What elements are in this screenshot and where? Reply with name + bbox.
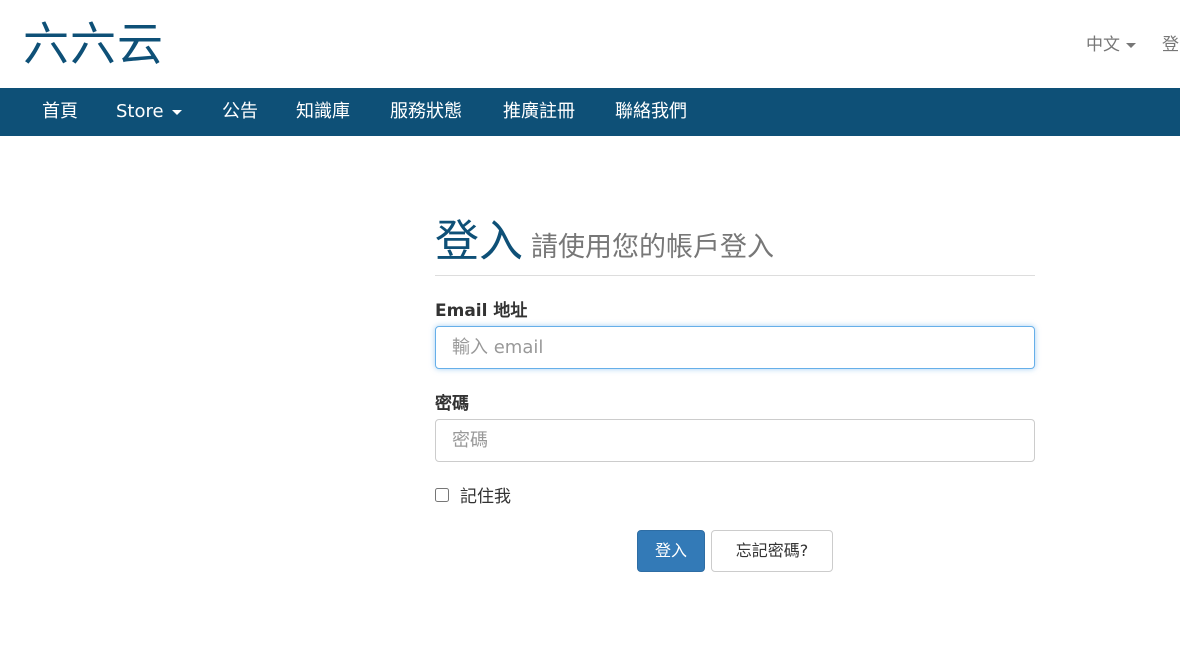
nav-item-store-label: Store	[116, 101, 164, 122]
remember-me-checkbox[interactable]	[435, 487, 449, 502]
login-link[interactable]: 登	[1162, 30, 1179, 55]
login-button[interactable]: 登入	[637, 530, 705, 572]
password-input[interactable]	[435, 419, 1035, 462]
language-label: 中文	[1086, 35, 1120, 55]
header-utility: 中文 登	[1086, 30, 1179, 55]
caret-down-icon	[171, 109, 182, 115]
nav-item-contact[interactable]: 聯絡我們	[615, 88, 687, 136]
email-input[interactable]	[435, 326, 1035, 369]
nav-item-announcements[interactable]: 公告	[222, 88, 258, 136]
nav-item-store[interactable]: Store	[116, 88, 182, 136]
email-label: Email 地址	[435, 301, 528, 321]
site-header: 六六云 中文 登	[0, 0, 1180, 88]
remember-me-label: 記住我	[460, 487, 511, 507]
nav-item-knowledgebase[interactable]: 知識庫	[296, 88, 350, 136]
login-form: 登入請使用您的帳戶登入 Email 地址 密碼 記住我 登入 忘記密碼?	[435, 212, 1035, 572]
main-navbar: 首頁 Store 公告 知識庫 服務狀態 推廣註冊 聯絡我們	[0, 88, 1180, 136]
password-label: 密碼	[435, 394, 469, 414]
caret-down-icon	[1126, 42, 1136, 48]
language-dropdown[interactable]: 中文	[1086, 30, 1136, 55]
nav-item-home[interactable]: 首頁	[42, 88, 78, 136]
remember-me[interactable]: 記住我	[435, 482, 511, 507]
page-title: 登入	[435, 216, 523, 267]
page-subtitle: 請使用您的帳戶登入	[531, 232, 774, 263]
forgot-password-button[interactable]: 忘記密碼?	[711, 530, 833, 572]
nav-item-server-status[interactable]: 服務狀態	[390, 88, 462, 136]
page-header: 登入 請使用您的帳戶登入	[435, 212, 1035, 276]
nav-item-affiliates[interactable]: 推廣註冊	[503, 88, 575, 136]
site-logo[interactable]: 六六云	[23, 18, 164, 70]
